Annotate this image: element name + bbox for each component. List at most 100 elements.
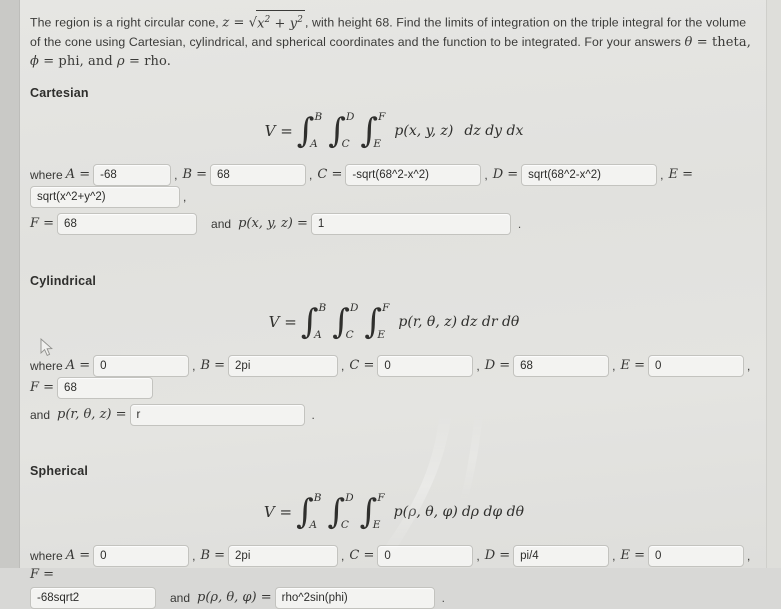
field-D-cylindrical[interactable] bbox=[513, 354, 610, 377]
field-B-cylindrical[interactable] bbox=[228, 354, 339, 377]
cartesian-fields-row-1: where A = , B = , C = , D = , E = , bbox=[30, 163, 758, 208]
spherical-fields-row-1: where A = , B = , C = , D = , E = , F = bbox=[30, 544, 758, 582]
label-F-cartesian: F = bbox=[30, 216, 55, 232]
field-B-spherical[interactable] bbox=[228, 544, 339, 567]
field-A-spherical[interactable] bbox=[93, 544, 190, 567]
label-D-cartesian: D = bbox=[492, 167, 519, 183]
spherical-differentials: dρ dφ dθ bbox=[461, 503, 525, 520]
function-label-cartesian: p(x, y, z) = bbox=[238, 216, 308, 232]
cartesian-v-label: V = bbox=[264, 121, 293, 140]
label-F-spherical: F = bbox=[30, 566, 55, 582]
integral-2: ∫ D C bbox=[327, 491, 354, 532]
label-A-spherical: A = bbox=[65, 548, 91, 564]
function-label-cylindrical: p(r, θ, z) = bbox=[57, 407, 127, 423]
sep-3: , bbox=[476, 358, 480, 373]
cartesian-fields-row-2: F = and p(x, y, z) = . bbox=[30, 212, 758, 235]
field-E-cylindrical[interactable] bbox=[648, 354, 745, 377]
cylindrical-integrand: p(r, θ, z) bbox=[398, 313, 458, 330]
sep-5: , bbox=[747, 548, 751, 563]
label-D-cylindrical: D = bbox=[484, 358, 511, 374]
field-A-cylindrical[interactable] bbox=[93, 354, 190, 377]
integral-2: ∫ D C bbox=[328, 110, 355, 151]
sep-2: , bbox=[309, 167, 313, 182]
integral-3: ∫ F E bbox=[359, 491, 385, 532]
worksheet-page: The region is a right circular cone, z =… bbox=[20, 0, 766, 609]
sep-2: , bbox=[341, 548, 345, 563]
equals-sign: = bbox=[229, 15, 249, 31]
field-F-cartesian[interactable] bbox=[57, 212, 198, 235]
field-F-spherical[interactable] bbox=[30, 586, 156, 609]
period-cylindrical: . bbox=[311, 407, 315, 422]
spherical-formula: V = ∫ B A ∫ D C ∫ F E p(ρ, θ, φ) dρ dφ dθ bbox=[30, 491, 758, 532]
cylindrical-fields-row-2: and p(r, θ, z) = . bbox=[30, 403, 758, 426]
label-B-cartesian: B = bbox=[182, 167, 208, 183]
cylindrical-differentials: dz dr dθ bbox=[461, 313, 520, 330]
right-gutter-strip bbox=[766, 0, 781, 568]
spherical-integrand: p(ρ, θ, φ) bbox=[393, 503, 458, 520]
sep-3: , bbox=[476, 548, 480, 563]
label-C-cylindrical: C = bbox=[349, 358, 375, 374]
integral-1: ∫ B A bbox=[296, 110, 323, 151]
field-D-cartesian[interactable] bbox=[521, 163, 658, 186]
period-cartesian: . bbox=[517, 216, 522, 231]
worksheet-content: The region is a right circular cone, z =… bbox=[20, 0, 766, 609]
field-B-cartesian[interactable] bbox=[210, 163, 307, 186]
and-label-spherical: and bbox=[170, 590, 191, 605]
field-function-cartesian[interactable] bbox=[310, 212, 511, 235]
sep-5: , bbox=[747, 358, 751, 373]
field-A-cartesian[interactable] bbox=[93, 163, 172, 186]
label-E-cylindrical: E = bbox=[620, 358, 646, 374]
field-function-spherical[interactable] bbox=[274, 586, 435, 609]
where-label-spherical: where bbox=[30, 548, 63, 563]
function-label-spherical: p(ρ, θ, φ) = bbox=[197, 590, 272, 606]
question-prompt: The region is a right circular cone, z =… bbox=[30, 9, 760, 72]
cylindrical-formula: V = ∫ B A ∫ D C ∫ F E p(r, θ, z) dz dr dθ bbox=[30, 301, 758, 342]
field-F-cylindrical[interactable] bbox=[57, 376, 154, 399]
field-C-spherical[interactable] bbox=[377, 544, 474, 567]
theta-equals: = theta, bbox=[692, 34, 751, 50]
label-F-cylindrical: F = bbox=[30, 380, 55, 396]
label-E-spherical: E = bbox=[620, 548, 646, 564]
field-D-spherical[interactable] bbox=[513, 544, 610, 567]
integral-2: ∫ D C bbox=[332, 301, 359, 342]
field-function-cylindrical[interactable] bbox=[129, 403, 305, 426]
cartesian-differentials: dz dy dx bbox=[464, 122, 524, 139]
sep-1: , bbox=[174, 167, 178, 182]
cartesian-integrand: p(x, y, z) bbox=[394, 122, 454, 139]
label-E-cartesian: E = bbox=[668, 167, 694, 183]
label-B-cylindrical: B = bbox=[200, 358, 226, 374]
integral-3: ∫ F E bbox=[364, 301, 390, 342]
phi-symbol: ϕ bbox=[30, 54, 39, 70]
section-heading-cartesian: Cartesian bbox=[30, 85, 89, 100]
cylindrical-v-label: V = bbox=[268, 312, 297, 331]
field-E-cartesian[interactable] bbox=[30, 185, 180, 208]
integral-3: ∫ F E bbox=[360, 110, 386, 151]
sep-1: , bbox=[192, 548, 196, 563]
label-C-cartesian: C = bbox=[317, 167, 343, 183]
sep-3: , bbox=[484, 167, 488, 182]
sep-2: , bbox=[341, 358, 345, 373]
sep-4: , bbox=[660, 167, 664, 182]
where-label-cylindrical: where bbox=[30, 358, 63, 373]
field-C-cartesian[interactable] bbox=[345, 163, 482, 186]
cartesian-formula: V = ∫ B A ∫ D C ∫ F E p(x, y, z) dz dy dx bbox=[30, 110, 758, 151]
sep-4: , bbox=[612, 548, 616, 563]
section-heading-spherical: Spherical bbox=[30, 463, 89, 478]
integral-1: ∫ B A bbox=[296, 491, 322, 532]
section-heading-cylindrical: Cylindrical bbox=[30, 273, 97, 288]
where-label-cartesian: where bbox=[30, 167, 63, 182]
sep-4: , bbox=[612, 358, 616, 373]
phi-equals: = phi, and bbox=[38, 54, 118, 70]
label-D-spherical: D = bbox=[484, 548, 511, 564]
field-E-spherical[interactable] bbox=[648, 544, 745, 567]
sep-1: , bbox=[192, 358, 196, 373]
question-text-part1: The region is a right circular cone, bbox=[30, 15, 223, 30]
label-A-cartesian: A = bbox=[65, 167, 91, 183]
cylindrical-fields-row-1: where A = , B = , C = , D = , E = , F = bbox=[30, 354, 758, 399]
period-spherical: . bbox=[441, 590, 445, 605]
and-label-cylindrical: and bbox=[30, 407, 51, 422]
spherical-v-label: V = bbox=[263, 502, 293, 521]
left-gutter-strip bbox=[0, 0, 20, 568]
radicand: x2 + y2 bbox=[256, 10, 305, 34]
field-C-cylindrical[interactable] bbox=[377, 354, 474, 377]
